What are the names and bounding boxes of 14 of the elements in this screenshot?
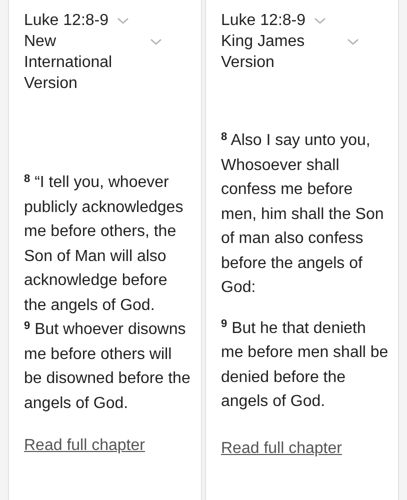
chevron-down-icon[interactable] <box>314 16 326 24</box>
passage-reference[interactable]: Luke 12:8-9 <box>24 10 109 31</box>
read-chapter-link[interactable]: Read full chapter <box>24 434 145 458</box>
verse-text: $^{9}$ But he that denieth me before men shall be denied before the angels of God. <box>221 317 390 412</box>
verse-text: $^{9}$ But whoever disowns me before others will be disowned before the angels of God. <box>24 318 192 414</box>
verse-text: $^{8}$ Also I say unto you, Whosoever shall confess me before men, him shall the Son of man also confess before the angels of God: <box>221 130 385 298</box>
passage-reference[interactable]: Luke 12:8-9 <box>221 10 306 31</box>
chevron-down-icon[interactable] <box>347 38 359 46</box>
chevron-down-icon[interactable] <box>150 38 162 46</box>
verse-text: $^{8}$ “I tell you, whoever publicly acknowledges me before others, the Son of Man will also acknowledge before the angels of God. <box>24 172 184 316</box>
read-chapter-link[interactable]: Read full chapter <box>221 436 342 460</box>
chevron-down-icon[interactable] <box>116 16 129 24</box>
version-name[interactable]: King James Version <box>221 31 339 73</box>
version-name[interactable]: New International Version <box>24 31 142 94</box>
